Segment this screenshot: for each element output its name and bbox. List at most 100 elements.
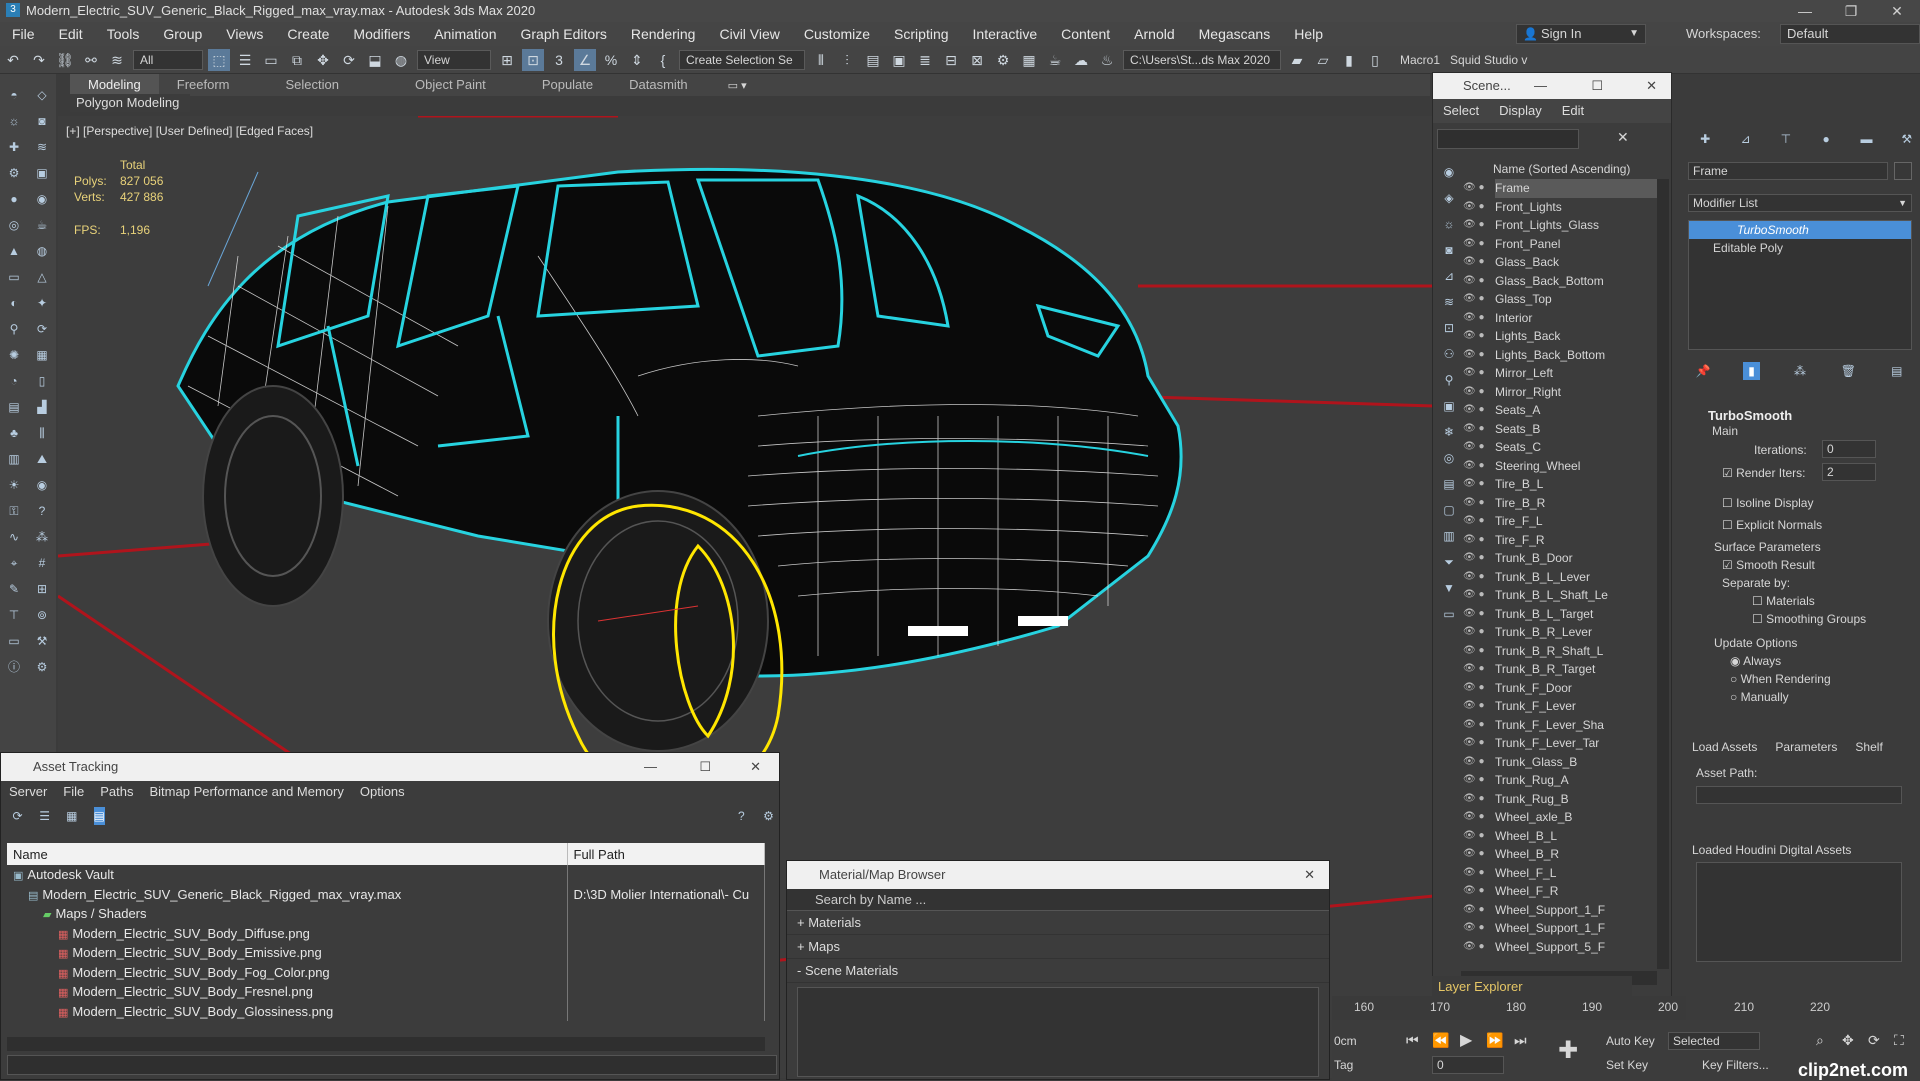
set-key-button[interactable]: Set Key: [1606, 1058, 1648, 1072]
bind-space-warp-icon[interactable]: ≋: [106, 49, 128, 71]
visibility-icon[interactable]: 👁 ●: [1461, 401, 1495, 420]
visibility-icon[interactable]: 👁 ●: [1461, 586, 1495, 605]
place-icon[interactable]: ◍: [390, 49, 412, 71]
wall-icon[interactable]: ▥: [5, 450, 23, 468]
box-icon[interactable]: ▣: [33, 164, 51, 182]
motion-icon[interactable]: ⊚: [33, 606, 51, 624]
asset-menu-file[interactable]: File: [55, 781, 92, 803]
filter-cameras-icon[interactable]: ◙: [1440, 241, 1458, 259]
scene-item[interactable]: 👁 ● Trunk_Glass_B: [1461, 753, 1657, 772]
sphere-icon[interactable]: ●: [5, 190, 23, 208]
render-iters-checkbox[interactable]: ☑ Render Iters:: [1722, 466, 1805, 480]
visibility-icon[interactable]: 👁 ●: [1461, 808, 1495, 827]
scene-item[interactable]: 👁 ● Trunk_B_Door: [1461, 549, 1657, 568]
align-icon[interactable]: ⫶: [836, 49, 858, 71]
scene-item[interactable]: 👁 ● Trunk_Rug_A: [1461, 771, 1657, 790]
visibility-icon[interactable]: 👁 ●: [1461, 845, 1495, 864]
section-scene-materials[interactable]: - Scene Materials: [787, 959, 1329, 983]
minimize-icon[interactable]: —: [1534, 73, 1547, 99]
scene-item[interactable]: 👁 ● Tire_B_R: [1461, 494, 1657, 513]
link-icon[interactable]: ⛓: [54, 49, 76, 71]
workspace-select[interactable]: Default: [1780, 24, 1920, 44]
visibility-icon[interactable]: 👁 ●: [1461, 771, 1495, 790]
scene-item[interactable]: 👁 ● Tire_F_L: [1461, 512, 1657, 531]
tab-populate[interactable]: Populate: [524, 74, 611, 96]
help-icon[interactable]: ?: [33, 502, 51, 520]
redo-icon[interactable]: ↷: [28, 49, 50, 71]
scene-item[interactable]: 👁 ● Wheel_Support_1_F: [1461, 901, 1657, 920]
visibility-icon[interactable]: 👁 ●: [1461, 660, 1495, 679]
filter-xrefs-icon[interactable]: ⚇: [1440, 345, 1458, 363]
scene-menu-display[interactable]: Display: [1489, 99, 1552, 123]
visibility-icon[interactable]: 👁 ●: [1461, 716, 1495, 735]
thumbnail-view-icon[interactable]: ▦: [66, 807, 77, 825]
macro-label[interactable]: Macro1: [1400, 53, 1440, 67]
pyramid-icon[interactable]: △: [33, 268, 51, 286]
smoothing-groups-checkbox[interactable]: ☐ Smoothing Groups: [1752, 612, 1866, 626]
table-row[interactable]: ▦ Modern_Electric_SUV_Body_Fog_Color.png: [7, 962, 765, 982]
scene-item[interactable]: 👁 ● Trunk_B_R_Shaft_L: [1461, 642, 1657, 661]
text-plus-icon[interactable]: ✦: [33, 294, 51, 312]
door-icon[interactable]: ▯: [33, 372, 51, 390]
spline-icon[interactable]: ∿: [5, 528, 23, 546]
ribbon-options-icon[interactable]: ▭ ▾: [728, 79, 747, 92]
table-row[interactable]: ▦ Modern_Electric_SUV_Body_Emissive.png: [7, 943, 765, 963]
scene-item[interactable]: 👁 ● Steering_Wheel: [1461, 457, 1657, 476]
filter-helpers-icon[interactable]: ⊿: [1440, 267, 1458, 285]
zoom-icon[interactable]: ⌕: [1816, 1032, 1824, 1049]
scene-item[interactable]: 👁 ● Trunk_B_R_Target: [1461, 660, 1657, 679]
visibility-icon[interactable]: 👁 ●: [1461, 919, 1495, 938]
scene-materials-area[interactable]: [797, 987, 1319, 1077]
folder-icon[interactable]: ▰: [1286, 49, 1308, 71]
snap-toggle-icon[interactable]: 3: [548, 49, 570, 71]
table-row[interactable]: ▦ Modern_Electric_SUV_Body_Diffuse.png: [7, 923, 765, 943]
object-name-field[interactable]: Frame: [1688, 162, 1888, 180]
asset-menu-paths[interactable]: Paths: [92, 781, 141, 803]
scene-item[interactable]: 👁 ● Wheel_Support_1_F: [1461, 919, 1657, 938]
current-frame-field[interactable]: 0: [1432, 1056, 1504, 1074]
visibility-icon[interactable]: 👁 ●: [1461, 679, 1495, 698]
visibility-icon[interactable]: 👁 ●: [1461, 272, 1495, 291]
play-icon[interactable]: ▶: [1460, 1030, 1472, 1050]
filter-lights-icon[interactable]: ☼: [1440, 215, 1458, 233]
render-icon[interactable]: ☕: [1044, 49, 1066, 71]
reference-coord-select[interactable]: View: [417, 49, 491, 70]
scene-item[interactable]: 👁 ● Seats_B: [1461, 420, 1657, 439]
funnel-alt-icon[interactable]: ▼: [1440, 579, 1458, 597]
geosphere-icon[interactable]: ◐: [5, 294, 23, 312]
maximize-viewport-icon[interactable]: ⛶: [1894, 1032, 1904, 1049]
set-project-icon[interactable]: ▮: [1338, 49, 1360, 71]
materials-checkbox[interactable]: ☐ Materials: [1752, 594, 1815, 608]
rect-selection-icon[interactable]: ▭: [260, 49, 282, 71]
render-cloud-icon[interactable]: ☁: [1070, 49, 1092, 71]
rollout-title[interactable]: TurboSmooth: [1708, 408, 1792, 423]
visibility-icon[interactable]: 👁 ●: [1461, 235, 1495, 254]
percent-snap-icon[interactable]: %: [600, 49, 622, 71]
scene-menu-select[interactable]: Select: [1433, 99, 1489, 123]
scene-item[interactable]: 👁 ● Mirror_Left: [1461, 364, 1657, 383]
pan-icon[interactable]: ✥: [1842, 1032, 1854, 1049]
nurbs-icon[interactable]: ◔: [5, 372, 23, 390]
loaded-houdini-list[interactable]: [1696, 862, 1902, 962]
scene-item[interactable]: 👁 ● Wheel_B_L: [1461, 827, 1657, 846]
filter-geometry-icon[interactable]: ◉: [1440, 163, 1458, 181]
scene-item[interactable]: 👁 ● Frame: [1461, 179, 1657, 198]
info-icon[interactable]: ⓘ: [5, 658, 23, 676]
select-by-name-icon[interactable]: ☰: [234, 49, 256, 71]
scene-item[interactable]: 👁 ● Wheel_F_L: [1461, 864, 1657, 883]
visibility-icon[interactable]: 👁 ●: [1461, 216, 1495, 235]
cylinder-icon[interactable]: ◉: [33, 190, 51, 208]
tab-load-assets[interactable]: Load Assets: [1692, 740, 1757, 754]
table-row[interactable]: ▰ Maps / Shaders: [7, 904, 765, 924]
scene-item[interactable]: 👁 ● Glass_Back: [1461, 253, 1657, 272]
railing-icon[interactable]: ⫼: [33, 424, 51, 442]
scene-item[interactable]: 👁 ● Trunk_F_Lever: [1461, 697, 1657, 716]
render-iters-spinner[interactable]: 2: [1822, 463, 1876, 481]
ribbon-toggle-icon[interactable]: ▣: [888, 49, 910, 71]
stack-item-turbosmooth[interactable]: TurboSmooth: [1689, 221, 1911, 239]
modify-tab-icon[interactable]: ⊿: [1737, 130, 1753, 148]
show-end-result-icon[interactable]: ▮: [1743, 362, 1760, 380]
menu-views[interactable]: Views: [214, 22, 275, 46]
menu-animation[interactable]: Animation: [422, 22, 508, 46]
scene-menu-edit[interactable]: Edit: [1552, 99, 1594, 123]
